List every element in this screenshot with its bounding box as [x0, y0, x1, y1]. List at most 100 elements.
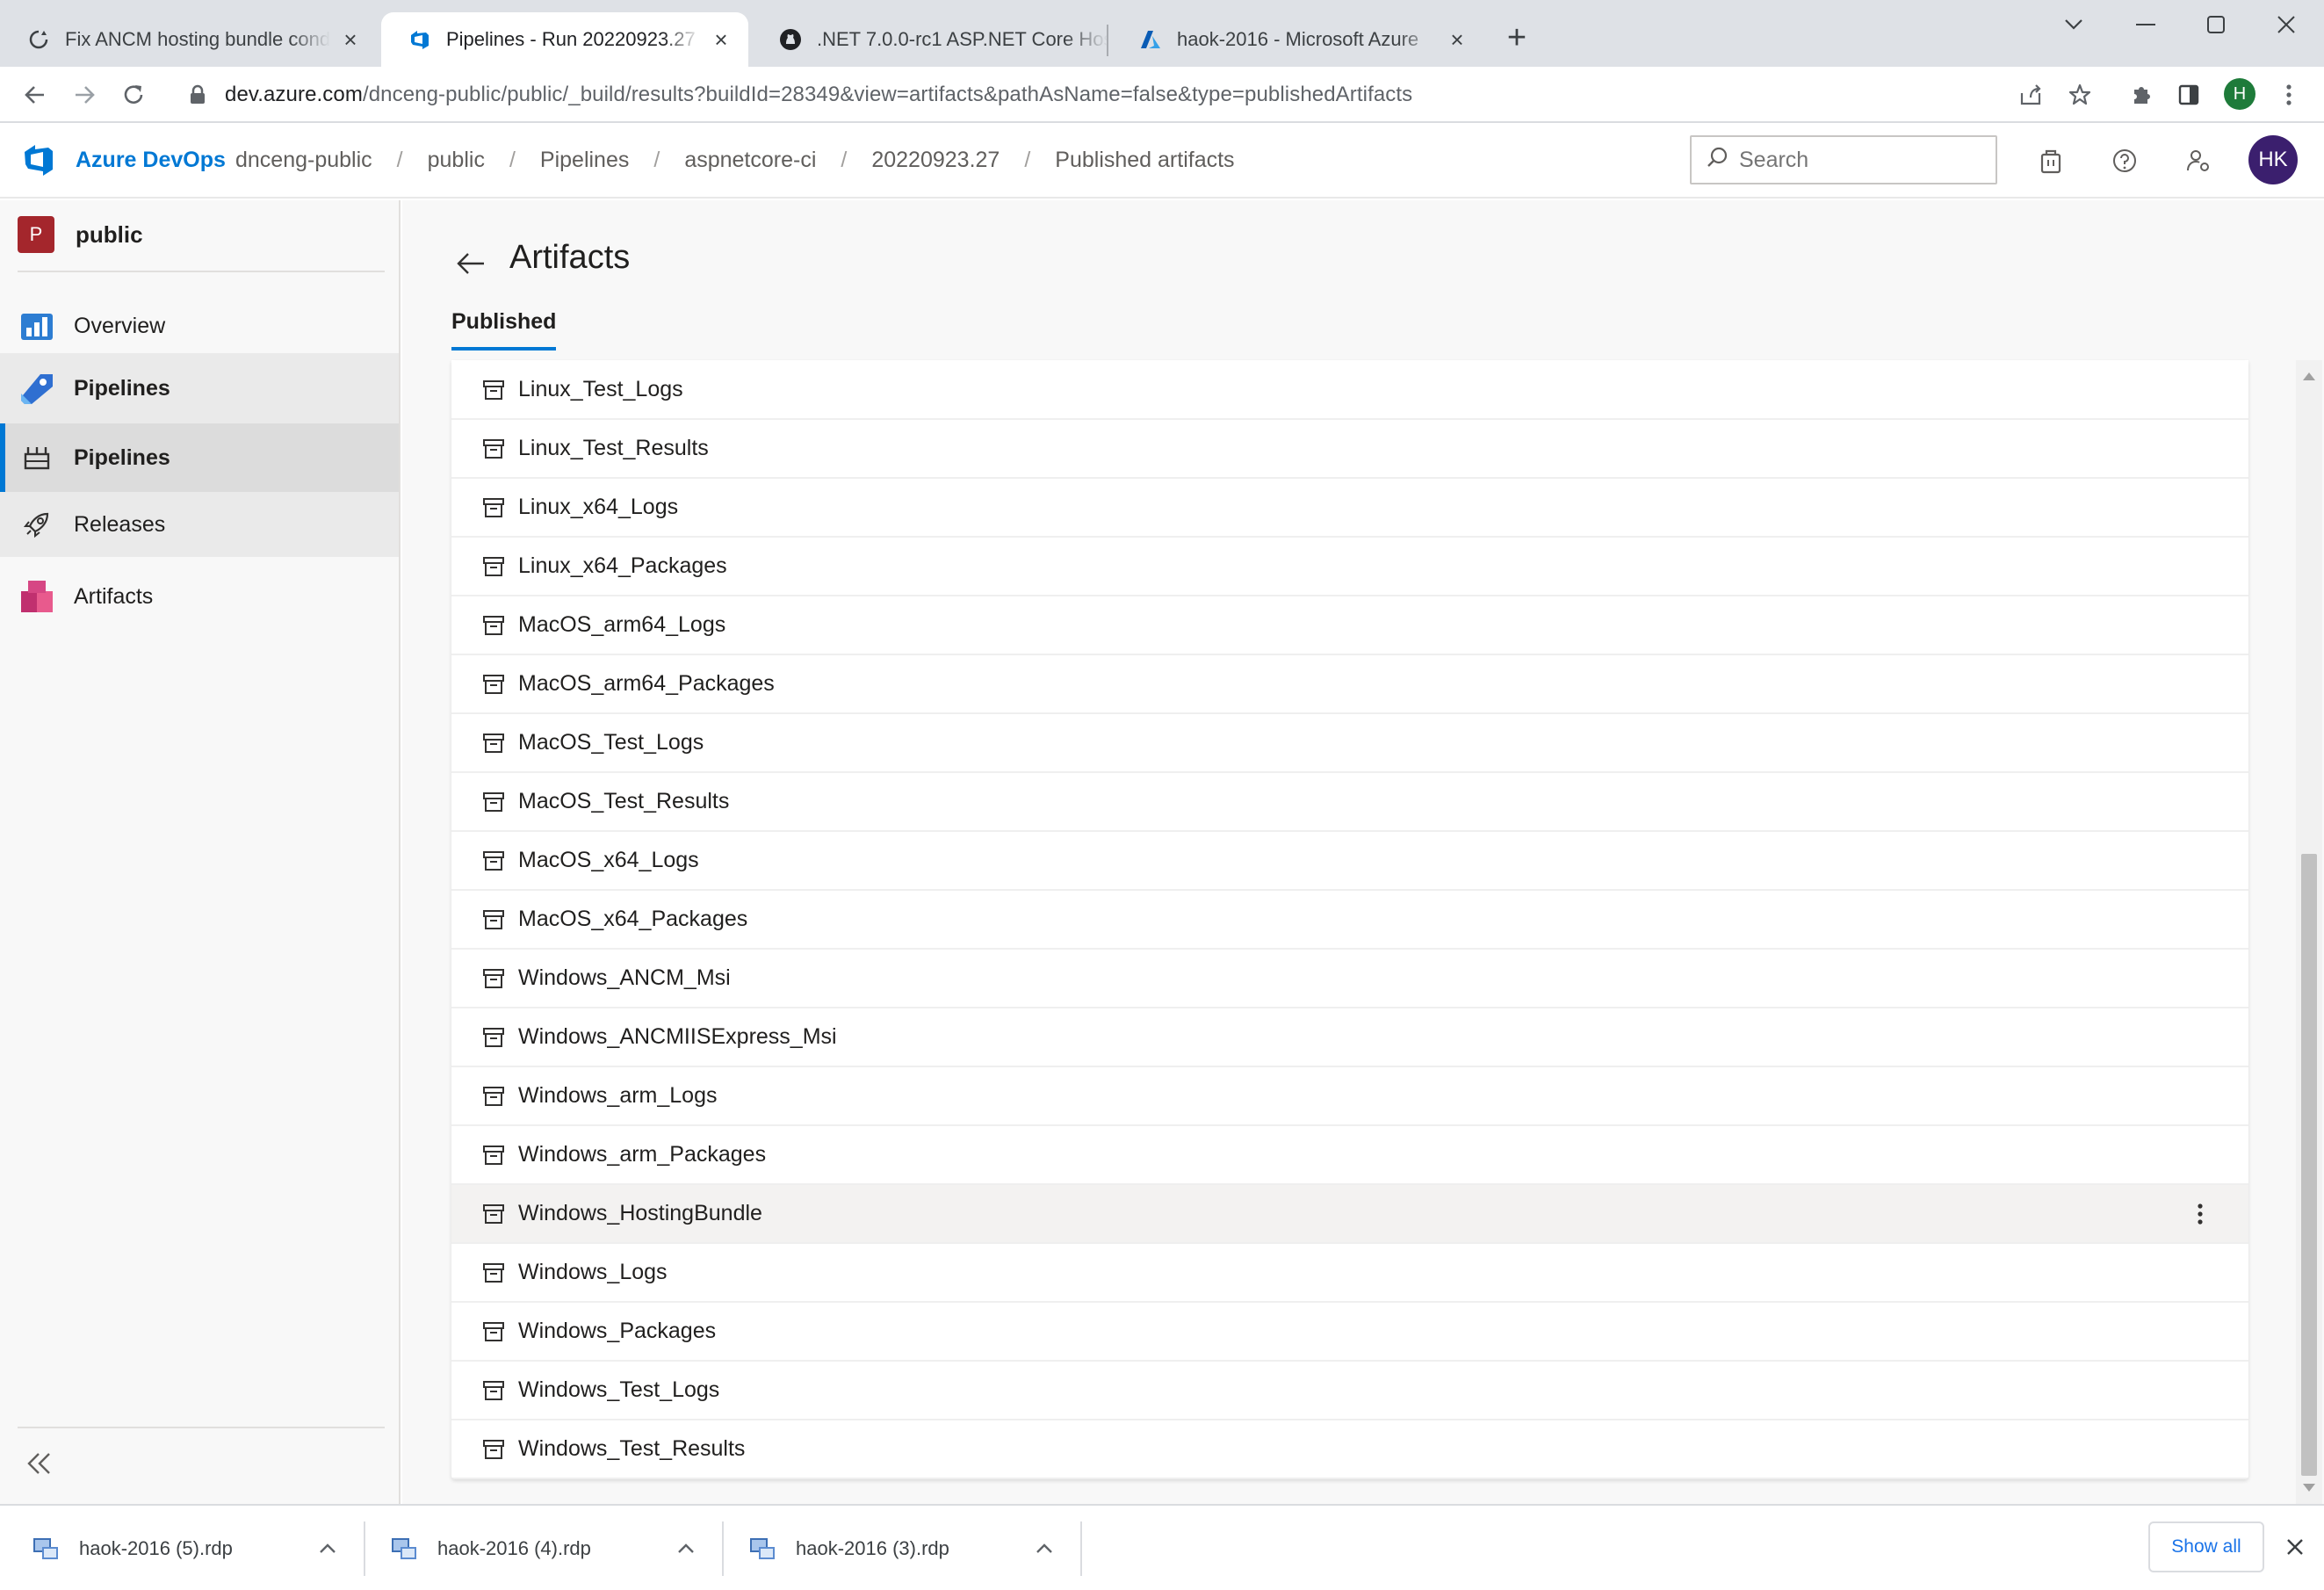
artifact-row[interactable]: Windows_Test_Logs [451, 1362, 2248, 1420]
vertical-scrollbar[interactable] [2296, 360, 2322, 1504]
artifact-name[interactable]: Linux_Test_Logs [518, 377, 683, 402]
artifact-name[interactable]: Windows_ANCMIISExpress_Msi [518, 1024, 837, 1050]
user-settings-icon[interactable] [2182, 144, 2215, 177]
artifact-row[interactable]: Windows_Test_Results [451, 1420, 2248, 1479]
scroll-up-icon[interactable] [2303, 372, 2315, 380]
collapse-nav-icon[interactable] [21, 1446, 56, 1481]
artifact-name[interactable]: Linux_x64_Packages [518, 553, 727, 579]
breadcrumb-item[interactable]: Published artifacts [1055, 148, 1234, 173]
project-header[interactable]: P public [18, 216, 143, 253]
artifact-name[interactable]: MacOS_x64_Logs [518, 848, 699, 873]
artifact-row[interactable]: MacOS_Test_Results [451, 773, 2248, 832]
download-item[interactable]: haok-2016 (4).rdp [358, 1521, 717, 1576]
artifact-name[interactable]: Linux_Test_Results [518, 436, 709, 461]
help-icon[interactable] [2108, 144, 2141, 177]
chevron-up-icon[interactable] [673, 1536, 699, 1562]
close-icon[interactable]: × [339, 28, 362, 51]
artifact-name[interactable]: Windows_Test_Results [518, 1436, 745, 1462]
rdp-file-icon [390, 1535, 418, 1563]
artifact-row[interactable]: Windows_HostingBundle [451, 1185, 2248, 1244]
back-arrow-icon[interactable] [451, 244, 490, 283]
artifact-name[interactable]: MacOS_Test_Results [518, 789, 729, 814]
artifact-name[interactable]: Windows_Test_Logs [518, 1377, 719, 1403]
tab-published[interactable]: Published [451, 309, 557, 351]
breadcrumb-item[interactable]: Pipelines [540, 148, 629, 173]
browser-tab-3[interactable]: .NET 7.0.0-rc1 ASP.NET Core Hosting [752, 12, 1124, 67]
artifact-name[interactable]: MacOS_arm64_Packages [518, 671, 775, 697]
artifact-row[interactable]: MacOS_arm64_Logs [451, 596, 2248, 655]
chevron-up-icon[interactable] [314, 1536, 341, 1562]
artifact-name[interactable]: MacOS_x64_Packages [518, 907, 747, 932]
artifact-row[interactable]: Linux_x64_Packages [451, 538, 2248, 596]
user-avatar[interactable]: HK [2248, 135, 2298, 184]
artifact-name[interactable]: Windows_Logs [518, 1260, 668, 1285]
artifact-name[interactable]: MacOS_Test_Logs [518, 730, 704, 755]
browser-tab-1[interactable]: Fix ANCM hosting bundle condition × [0, 12, 378, 67]
download-item[interactable]: haok-2016 (5).rdp [0, 1521, 358, 1576]
more-actions-icon[interactable] [2187, 1201, 2213, 1227]
sidebar-item-releases[interactable]: Releases [0, 492, 399, 557]
extensions-icon[interactable] [2126, 79, 2157, 111]
breadcrumb-item[interactable]: public [428, 148, 485, 173]
artifact-row[interactable]: MacOS_arm64_Packages [451, 655, 2248, 714]
tab-search-icon[interactable] [2043, 7, 2104, 42]
artifact-name[interactable]: Windows_arm_Logs [518, 1083, 718, 1109]
artifact-name[interactable]: Windows_Packages [518, 1319, 716, 1344]
artifact-row[interactable]: Windows_ANCMIISExpress_Msi [451, 1008, 2248, 1067]
share-icon[interactable] [2015, 79, 2046, 111]
new-tab-button[interactable]: + [1500, 21, 1534, 56]
artifact-row[interactable]: Windows_arm_Logs [451, 1067, 2248, 1126]
back-icon[interactable] [18, 77, 53, 112]
artifact-row[interactable]: Windows_Packages [451, 1303, 2248, 1362]
sidebar-item-artifacts[interactable]: Artifacts [0, 562, 399, 631]
artifact-name[interactable]: Windows_arm_Packages [518, 1142, 766, 1167]
artifact-row[interactable]: Windows_Logs [451, 1244, 2248, 1303]
brand-name[interactable]: Azure DevOps [76, 148, 226, 173]
artifact-row[interactable]: Windows_ANCM_Msi [451, 950, 2248, 1008]
close-shelf-icon[interactable] [2280, 1532, 2310, 1562]
sidebar-item-pipelines-group[interactable]: Pipelines [0, 353, 399, 423]
maximize-icon[interactable] [2185, 7, 2247, 42]
close-icon[interactable]: × [710, 28, 733, 51]
marketplace-bag-icon[interactable] [2034, 144, 2068, 177]
artifact-row[interactable]: Linux_Test_Logs [451, 361, 2248, 420]
artifact-row[interactable]: Windows_arm_Packages [451, 1126, 2248, 1185]
sidebar-item-pipelines[interactable]: Pipelines [0, 423, 399, 492]
nav-divider [18, 1427, 385, 1428]
profile-avatar[interactable]: H [2224, 78, 2255, 110]
scroll-down-icon[interactable] [2303, 1484, 2315, 1492]
search-box[interactable] [1690, 135, 1997, 184]
artifact-row[interactable]: MacOS_Test_Logs [451, 714, 2248, 773]
address-bar[interactable]: dev.azure.com/dnceng-public/public/_buil… [170, 74, 2050, 116]
close-icon[interactable]: × [1446, 28, 1469, 51]
artifact-row[interactable]: MacOS_x64_Packages [451, 891, 2248, 950]
download-item[interactable]: haok-2016 (3).rdp [717, 1521, 1075, 1576]
artifact-row[interactable]: Linux_x64_Logs [451, 479, 2248, 538]
forward-icon[interactable] [67, 77, 102, 112]
search-input[interactable] [1739, 147, 1985, 173]
minimize-icon[interactable] [2115, 7, 2176, 42]
side-panel-icon[interactable] [2173, 79, 2205, 111]
artifact-name[interactable]: Linux_x64_Logs [518, 495, 678, 520]
chrome-menu-icon[interactable] [2273, 79, 2305, 111]
artifact-row[interactable]: MacOS_x64_Logs [451, 832, 2248, 891]
show-all-button[interactable]: Show all [2148, 1521, 2264, 1572]
artifact-name[interactable]: MacOS_arm64_Logs [518, 612, 725, 638]
chevron-up-icon[interactable] [1031, 1536, 1057, 1562]
breadcrumb: dnceng-public / public / Pipelines / asp… [235, 148, 1235, 173]
reload-icon[interactable] [116, 77, 151, 112]
sidebar-item-overview[interactable]: Overview [0, 292, 399, 360]
azure-devops-logo-icon[interactable] [21, 141, 56, 179]
github-icon [778, 27, 803, 52]
browser-tab-4[interactable]: haok-2016 - Microsoft Azure × [1112, 12, 1484, 67]
bookmark-star-icon[interactable] [2064, 79, 2096, 111]
window-close-icon[interactable] [2255, 7, 2317, 42]
artifact-name[interactable]: Windows_ANCM_Msi [518, 965, 731, 991]
artifact-row[interactable]: Linux_Test_Results [451, 420, 2248, 479]
breadcrumb-item[interactable]: dnceng-public [235, 148, 372, 173]
browser-tab-2[interactable]: Pipelines - Run 20220923.27 artifacts × [381, 12, 748, 67]
breadcrumb-item[interactable]: aspnetcore-ci [684, 148, 816, 173]
scrollbar-thumb[interactable] [2301, 854, 2317, 1476]
breadcrumb-item[interactable]: 20220923.27 [871, 148, 1000, 173]
artifact-name[interactable]: Windows_HostingBundle [518, 1201, 762, 1226]
